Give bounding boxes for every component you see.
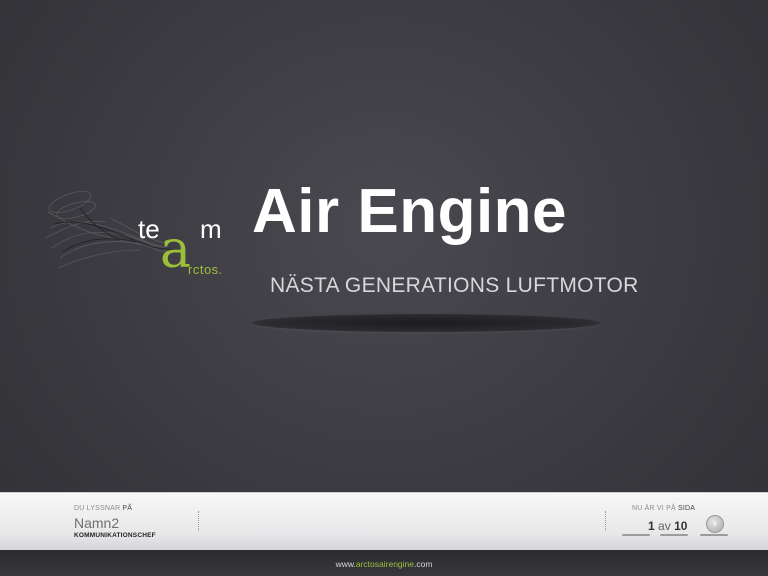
listening-label: DU LYSSNAR PÅ — [74, 505, 132, 512]
listening-label-prefix: DU LYSSNAR — [74, 505, 121, 512]
progress-segment-2 — [660, 534, 688, 536]
divider-left — [198, 511, 200, 531]
progress-segment-1 — [622, 534, 650, 536]
slide: te a m rctos. Air Engine NÄSTA GENERATIO… — [0, 0, 768, 492]
logo-letter-a: a — [160, 220, 192, 280]
footer-bar: DU LYSSNAR PÅ Namn2 KOMMUNIKATIONSCHEF N… — [0, 492, 768, 551]
page-label-suffix: SIDA — [677, 505, 696, 512]
title-shadow — [252, 314, 600, 332]
website-suffix: .com — [414, 559, 433, 569]
logo-text-te: te — [138, 214, 160, 244]
speaker-role: KOMMUNIKATIONSCHEF — [74, 532, 156, 539]
divider-right — [605, 511, 607, 531]
page-label-prefix: NU ÄR VI PÅ — [632, 505, 676, 512]
logo-text-m: m — [200, 214, 222, 244]
page-counter: 1 av 10 — [648, 519, 687, 533]
progress-segment-3 — [700, 534, 728, 536]
website-link[interactable]: www.arctosairengine.com — [0, 559, 768, 569]
total-pages: 10 — [674, 519, 688, 533]
speaker-name: Namn2 — [74, 515, 120, 531]
website-prefix: www. — [335, 559, 356, 569]
chevron-right-icon: › — [713, 517, 717, 530]
next-page-button[interactable]: › — [706, 515, 724, 533]
page-separator: av — [658, 519, 671, 533]
slide-title: Air Engine — [252, 177, 568, 246]
website-bar: www.arctosairengine.com — [0, 550, 768, 576]
current-page: 1 — [648, 519, 655, 533]
page-label: NU ÄR VI PÅ SIDA — [632, 505, 695, 512]
slide-subtitle: NÄSTA GENERATIONS LUFTMOTOR — [270, 274, 639, 297]
listening-label-suffix: PÅ — [122, 505, 133, 512]
website-domain: arctosairengine — [355, 559, 414, 569]
logo-text-rctos: rctos. — [188, 262, 223, 277]
